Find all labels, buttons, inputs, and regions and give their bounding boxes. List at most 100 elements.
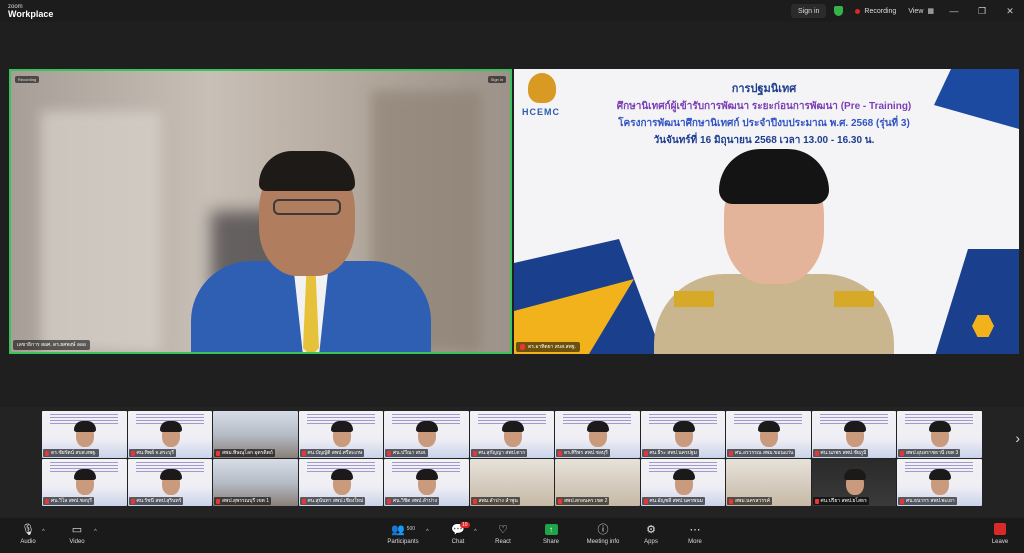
audio-label: Audio — [20, 539, 36, 545]
gallery-tile[interactable]: สพป.สุพรรณบุรี เขต 1 — [213, 459, 298, 506]
participant-name: เลขาธิการ สอศ. ดร.ยศพงษ์ ลออ — [17, 342, 86, 348]
emblem-logo — [528, 73, 556, 103]
meeting-info-button[interactable]: ⓘ Meeting info — [578, 522, 628, 545]
gallery-tile[interactable]: ศน.นภพร สพป.ชัยภูมิ — [811, 411, 896, 458]
banner-subtitle: ศึกษานิเทศก์ผู้เข้ารับการพัฒนา ระยะก่อนก… — [616, 101, 912, 112]
participant-name-tag: ดร.อาทิตยา สบส.สพฐ. — [516, 342, 580, 352]
gallery-tile[interactable]: ศน.ปวีณา สบส. — [384, 411, 469, 458]
shield-icon[interactable] — [834, 6, 844, 16]
react-button[interactable]: ♡ React — [481, 522, 525, 546]
participant-glasses — [273, 199, 341, 215]
participant-name-tag: สพป.สกลนคร เขต 2 — [556, 497, 610, 505]
mic-muted-icon — [729, 450, 733, 456]
participant-name: ศน.ทิพย์ จ.สระบุรี — [136, 450, 175, 456]
mic-muted-icon — [643, 450, 648, 456]
gallery-strip: ดร.ชัยรัตน์ สบส.สพฐ. ศน.ทิพย์ จ.สระบุรี สพ… — [42, 411, 985, 507]
mic-muted-icon — [45, 498, 49, 504]
participants-button[interactable]: 👥 500 Participants — [378, 522, 428, 546]
gallery-tile[interactable]: สพป.อุบลราชธานี เขต 3 — [897, 411, 982, 458]
participant-hair — [330, 421, 353, 432]
next-page-arrow-icon[interactable]: › — [1015, 430, 1020, 446]
share-screen-icon: ↑ — [529, 522, 573, 536]
title-bar: zoom Workplace Sign in Recording View ▦ … — [0, 0, 1024, 22]
recording-indicator[interactable]: Recording — [849, 0, 902, 22]
participant-hair — [758, 421, 780, 432]
gallery-tile[interactable]: ศน.สุกัญญา สพป.ตาก — [469, 411, 554, 458]
participants-chevron-icon[interactable]: ^ — [426, 529, 429, 535]
minimize-icon[interactable]: — — [940, 6, 968, 16]
participant-name: ศน.อรวรรณ สพม.ขอนแก่น — [735, 450, 794, 456]
recording-label: Recording — [864, 7, 897, 15]
gallery-tile[interactable]: ศน.รัชนี สพป.สุรินทร์ — [127, 459, 212, 506]
participant-name: สพม.พิษณุโลก อุตรดิตถ์ — [222, 450, 273, 456]
mic-muted-icon — [558, 450, 562, 456]
video-tile-presenter[interactable]: HCEMC การปฐมนิเทศ ศึกษานิเทศก์ผู้เข้ารับ… — [514, 69, 1019, 354]
gallery-tile[interactable]: สพม.พิษณุโลก อุตรดิตถ์ — [213, 411, 298, 458]
participant-name-tag: เลขาธิการ สอศ. ดร.ยศพงษ์ ลออ — [13, 340, 90, 350]
more-label: More — [688, 539, 702, 545]
video-button[interactable]: ▭ Video — [55, 522, 99, 546]
gallery-tile[interactable]: ศน.ทิพย์ จ.สระบุรี — [127, 411, 212, 458]
zoom-window: zoom Workplace Sign in Recording View ▦ … — [0, 0, 1024, 553]
gallery-tile[interactable]: ศน.อัญชลี สพป.นครพนม — [640, 459, 725, 506]
gallery-tile[interactable]: ศน.ธนากร สพป.พะเยา — [897, 459, 982, 506]
apps-label: Apps — [644, 539, 658, 545]
leave-button[interactable]: Leave — [978, 522, 1022, 545]
participant-name-tag: ศน.ทิพย์ จ.สระบุรี — [128, 449, 176, 457]
participants-icon: 👥 500 — [390, 523, 416, 536]
participant-hair — [672, 421, 695, 432]
gallery-tile[interactable]: สพป.สกลนคร เขต 2 — [555, 459, 640, 506]
participant-hair — [929, 469, 951, 480]
participant-name: ศน.วิชิต สพป.ลำปาง — [393, 498, 438, 504]
gallery-tile[interactable]: ศน.บัญญัติ สพป.ศรีสะเกษ — [298, 411, 383, 458]
participant-name-tag: สพม.ลำปาง ลำพูน — [470, 497, 520, 505]
gallery-tile[interactable]: สพม.ลำปาง ลำพูน — [469, 459, 554, 506]
more-button[interactable]: ⋯ More — [673, 522, 717, 546]
gallery-tile[interactable]: ศน.สุนันทา สพป.เชียงใหม่ — [298, 459, 383, 506]
chat-unread-badge: 10 — [460, 522, 470, 528]
gallery-tile[interactable]: ศน.ปรียา สพป.ยโสธร — [811, 459, 896, 506]
gallery-tile[interactable]: ดร.ชัยรัตน์ สบส.สพฐ. — [42, 411, 127, 458]
sign-in-button[interactable]: Sign in — [791, 4, 827, 18]
participant-name: ศน.สุนันทา สพป.เชียงใหม่ — [307, 498, 364, 504]
participant-name-tag: ศน.ธีระ สพป.นครปฐม — [641, 449, 699, 457]
restore-icon[interactable]: ❐ — [968, 6, 996, 17]
gallery-tile[interactable]: ดร.ศิริพร สพป.ชลบุรี — [555, 411, 640, 458]
participant-name-tag: ศน.สุกัญญา สพป.ตาก — [470, 449, 528, 457]
audio-options-chevron-icon[interactable]: ^ — [42, 529, 45, 535]
info-icon: ⓘ — [597, 524, 609, 536]
video-label: Video — [69, 539, 85, 545]
apps-button[interactable]: ⚙ Apps — [629, 522, 673, 546]
video-tile-speaker[interactable]: Recording Sign in เลขาธิการ สอศ. ดร.ยศพง… — [9, 69, 512, 354]
share-button[interactable]: ↑ Share — [529, 522, 573, 545]
view-button[interactable]: View ▦ — [902, 0, 940, 22]
gallery-tile[interactable]: ศน.วิไล สพป.ชลบุรี — [42, 459, 127, 506]
participant-hair — [501, 421, 524, 432]
gallery-tile[interactable]: สพม.นครสวรรค์ — [726, 459, 811, 506]
gallery-tile[interactable]: ศน.วิชิต สพป.ลำปาง — [384, 459, 469, 506]
participant-name-tag: ศน.นภพร สพป.ชัยภูมิ — [812, 449, 869, 457]
participant-name: ศน.ธีระ สพป.นครปฐม — [649, 450, 697, 456]
participant-name: สพม.ลำปาง ลำพูน — [478, 498, 518, 504]
gallery-tile[interactable]: ศน.อรวรรณ สพม.ขอนแก่น — [726, 411, 811, 458]
gallery-tile[interactable]: ศน.ธีระ สพป.นครปฐม — [640, 411, 725, 458]
participant-body — [654, 274, 894, 354]
uniform-badge — [674, 291, 714, 307]
mic-muted-icon — [301, 450, 306, 456]
chat-label: Chat — [451, 539, 465, 545]
participant-name: ศน.ปวีณา สบส. — [393, 450, 427, 456]
close-icon[interactable]: ✕ — [996, 6, 1024, 17]
react-label: React — [495, 539, 511, 545]
mic-muted-icon — [387, 450, 391, 456]
participant-name-tag: ศน.ธนากร สพป.พะเยา — [898, 497, 957, 505]
video-options-chevron-icon[interactable]: ^ — [94, 529, 97, 535]
participant-name: ดร.ชัยรัตน์ สบส.สพฐ. — [51, 450, 97, 456]
participant-hair — [843, 469, 866, 480]
mic-muted-icon — [301, 498, 306, 504]
participant-hair — [672, 469, 695, 480]
virtual-background-banner: การปฐมนิเทศ ศึกษานิเทศก์ผู้เข้ารับการพัฒ… — [584, 79, 944, 148]
participant-name-tag: สพม.นครสวรรค์ — [727, 497, 773, 505]
chat-chevron-icon[interactable]: ^ — [474, 529, 477, 535]
slide-decoration — [934, 249, 1019, 354]
participant-name-tag: ศน.วิชิต สพป.ลำปาง — [385, 497, 440, 505]
